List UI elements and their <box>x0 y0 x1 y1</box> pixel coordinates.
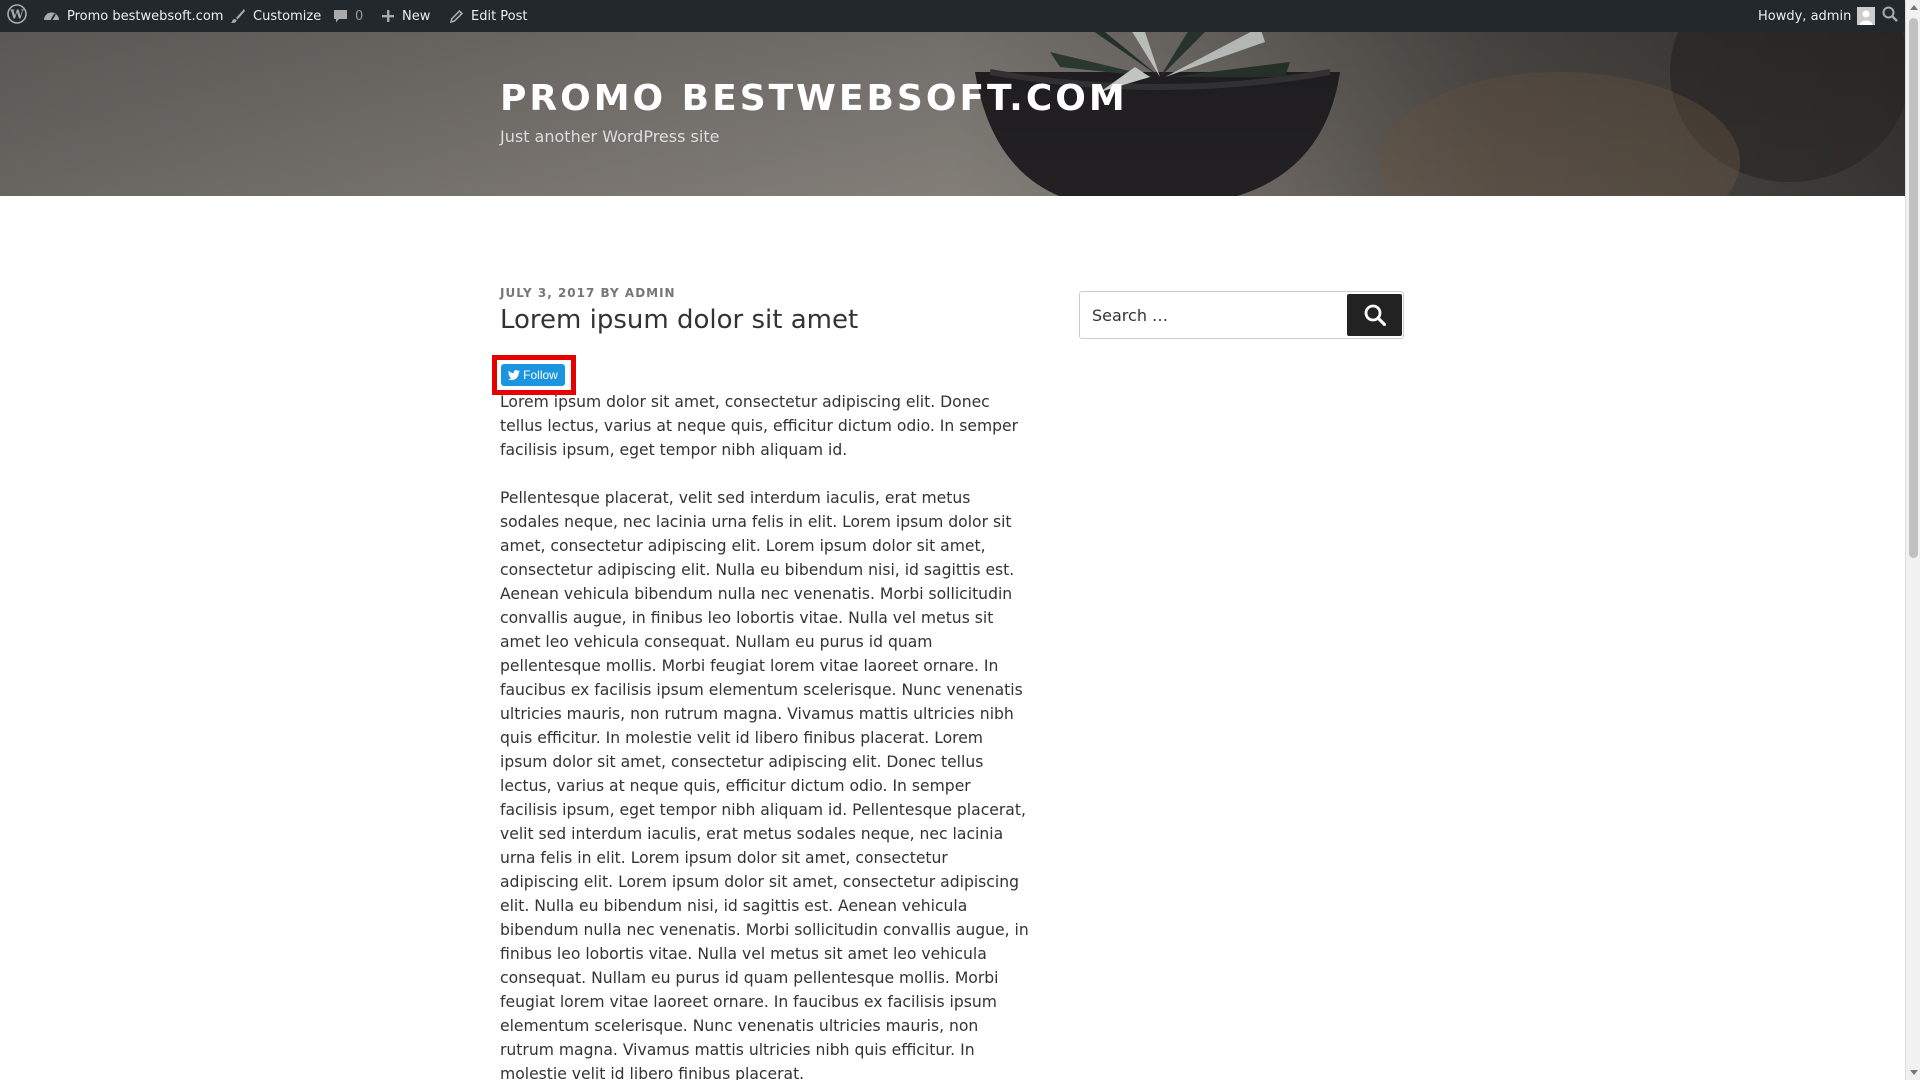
post-content: Lorem ipsum dolor sit amet, consectetur … <box>500 390 1030 1080</box>
svg-text:W: W <box>9 8 24 22</box>
avatar-icon <box>1857 7 1876 25</box>
customize-label: Customize <box>253 8 322 24</box>
search-input[interactable] <box>1080 292 1346 338</box>
page-scrollbar[interactable] <box>1905 0 1920 1080</box>
post-author-link[interactable]: ADMIN <box>625 286 676 300</box>
scroll-thumb[interactable] <box>1909 18 1918 558</box>
site-header: PROMO BESTWEBSOFT.COM Just another WordP… <box>0 32 1905 196</box>
wordpress-menu[interactable]: W <box>7 0 27 32</box>
howdy-label: Howdy, admin <box>1758 8 1852 24</box>
comments-link[interactable]: 0 <box>333 0 363 32</box>
post-meta: JULY 3, 2017 BY ADMIN <box>500 286 676 300</box>
new-label: New <box>402 8 431 24</box>
edit-post-link[interactable]: Edit Post <box>449 0 528 32</box>
admin-bar: W Promo bestwebsoft.com Customize 0 New … <box>0 0 1905 32</box>
sidebar-search-form <box>1079 291 1404 339</box>
my-account-menu[interactable]: Howdy, admin <box>1758 0 1876 32</box>
post-paragraph: Lorem ipsum dolor sit amet, consectetur … <box>500 393 1019 459</box>
pencil-icon <box>449 9 464 24</box>
adminbar-search-button[interactable] <box>1882 0 1898 32</box>
new-content-link[interactable]: New <box>381 0 430 32</box>
post-date-link[interactable]: JULY 3, 2017 <box>500 286 595 300</box>
search-icon <box>1364 304 1386 326</box>
customize-link[interactable]: Customize <box>230 0 321 32</box>
post-by-label: BY <box>600 286 620 300</box>
site-description: Just another WordPress site <box>500 127 720 146</box>
plus-icon <box>381 9 395 23</box>
twitter-follow-button[interactable]: Follow <box>501 364 565 386</box>
site-name-link[interactable]: Promo bestwebsoft.com <box>43 0 223 32</box>
edit-post-label: Edit Post <box>471 8 528 24</box>
site-name-label: Promo bestwebsoft.com <box>67 8 224 24</box>
wordpress-icon: W <box>7 4 27 28</box>
search-submit-button[interactable] <box>1347 294 1402 336</box>
dashboard-icon <box>43 9 60 23</box>
search-icon <box>1882 6 1898 26</box>
comment-icon <box>333 9 348 24</box>
comments-count: 0 <box>355 8 364 24</box>
scroll-up-arrow-icon[interactable] <box>1906 0 1920 15</box>
follow-label: Follow <box>523 368 558 382</box>
brush-icon <box>230 8 246 24</box>
post-title: Lorem ipsum dolor sit amet <box>500 305 859 335</box>
post-paragraph: Pellentesque placerat, velit sed interdu… <box>500 489 1029 1080</box>
site-title[interactable]: PROMO BESTWEBSOFT.COM <box>500 78 1128 119</box>
twitter-bird-icon <box>508 370 521 380</box>
scroll-down-arrow-icon[interactable] <box>1906 1065 1920 1080</box>
